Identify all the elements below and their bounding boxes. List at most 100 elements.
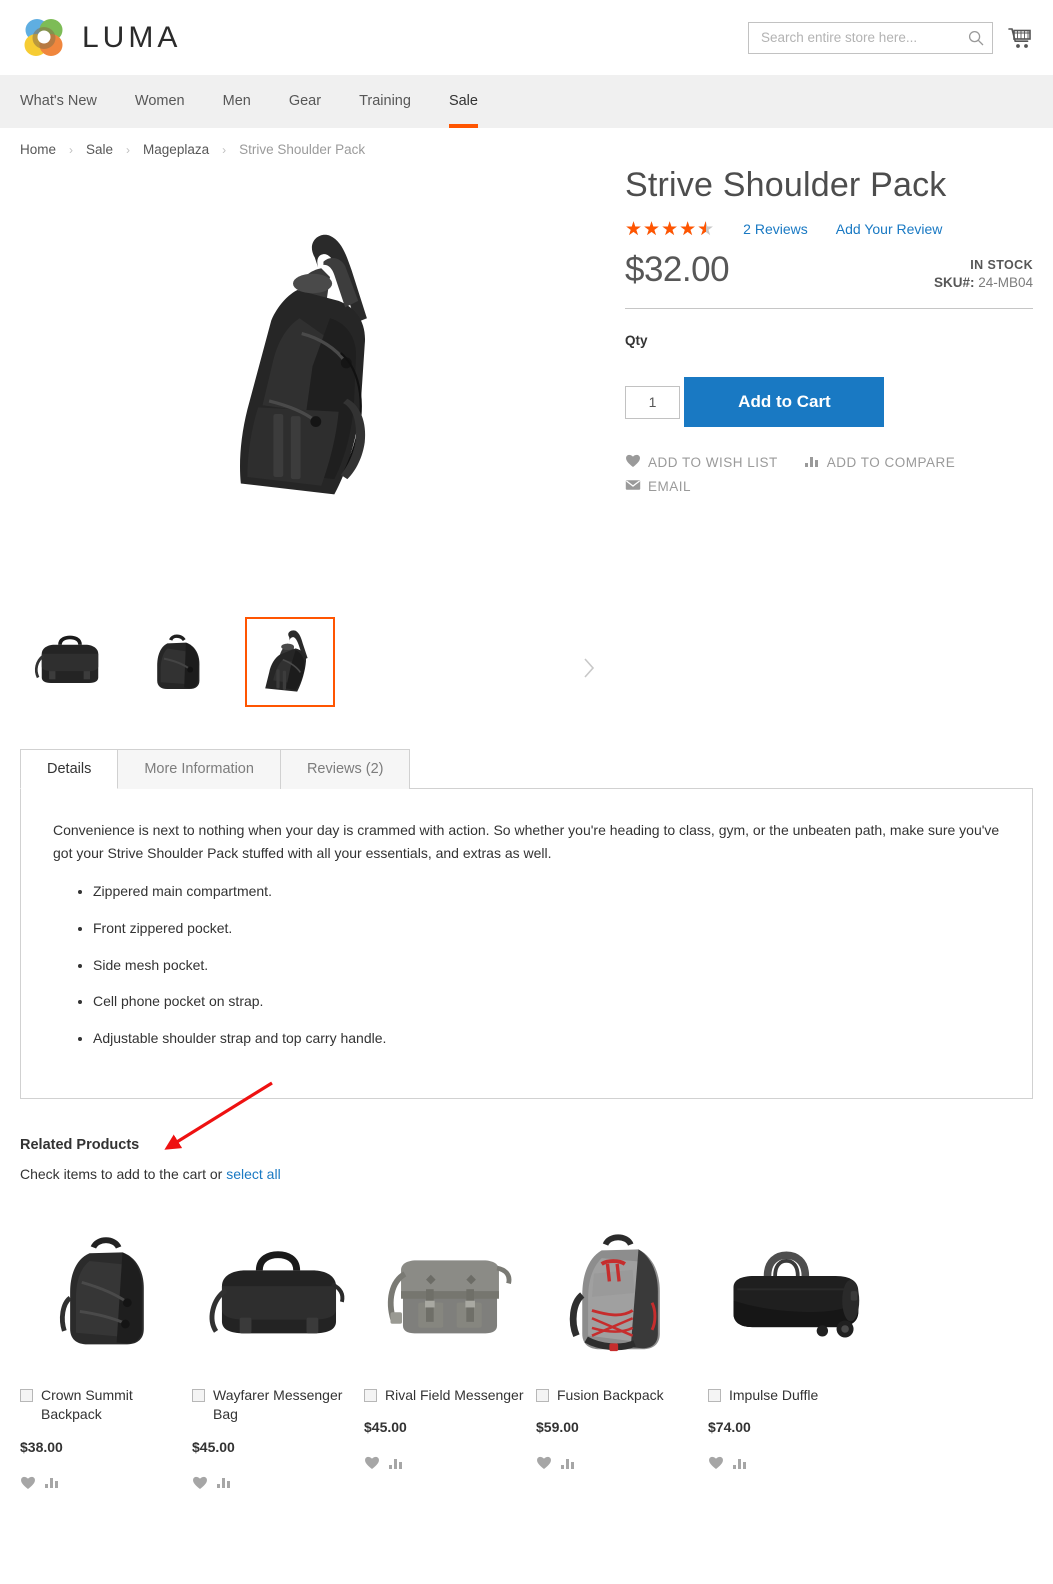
breadcrumb-separator: › [222, 142, 227, 157]
product-sku: SKU#: 24-MB04 [934, 275, 1033, 290]
header-actions [748, 21, 1033, 54]
product-name-row: Rival Field Messenger [364, 1386, 536, 1406]
product-price: $45.00 [192, 1438, 235, 1455]
list-item: Cell phone pocket on strap. [93, 990, 1000, 1013]
list-item: Zippered main compartment. [93, 880, 1000, 903]
tab-reviews[interactable]: Reviews (2) [279, 749, 411, 789]
compare-bars-icon[interactable] [216, 1475, 232, 1494]
divider [625, 308, 1033, 310]
heart-icon[interactable] [708, 1455, 724, 1475]
related-products-title: Related Products [20, 1136, 140, 1153]
product-card-actions [536, 1455, 708, 1475]
heart-icon[interactable] [20, 1475, 36, 1495]
product-main-section: Strive Shoulder Pack ★★★★★ ★★★★★ 2 Revie… [0, 166, 1053, 707]
gallery-thumb-3[interactable] [245, 617, 335, 707]
add-to-cart-button[interactable]: Add to Cart [684, 377, 885, 428]
nav-item-whats-new[interactable]: What's New [20, 75, 116, 128]
product-name-row: Crown Summit Backpack [20, 1386, 192, 1425]
tab-panel-details: Convenience is next to nothing when your… [20, 788, 1033, 1099]
product-thumbnail-impulse-duffle[interactable] [708, 1224, 880, 1364]
breadcrumb-item-home[interactable]: Home [20, 142, 56, 157]
product-name-row: Wayfarer Messenger Bag [192, 1386, 364, 1425]
gallery-thumbnails [20, 617, 615, 707]
price-stock-row: $32.00 IN STOCK SKU#: 24-MB04 [625, 250, 1033, 290]
nav-item-training[interactable]: Training [340, 75, 430, 128]
product-name[interactable]: Wayfarer Messenger Bag [213, 1386, 364, 1425]
star-rating-icon: ★★★★★ ★★★★★ [625, 218, 716, 240]
product-card-actions [192, 1475, 364, 1495]
product-name[interactable]: Impulse Duffle [729, 1386, 818, 1406]
breadcrumb-separator: › [69, 142, 74, 157]
heart-icon[interactable] [192, 1475, 208, 1495]
product-checkbox[interactable] [536, 1388, 549, 1402]
product-title: Strive Shoulder Pack [625, 166, 947, 204]
wish-list-label: ADD TO WISH LIST [648, 454, 778, 470]
add-review-link[interactable]: Add Your Review [836, 221, 943, 237]
email-button[interactable]: EMAIL [625, 479, 691, 494]
compare-bars-icon[interactable] [44, 1475, 60, 1494]
add-to-wish-list-button[interactable]: ADD TO WISH LIST [625, 453, 778, 471]
related-products-list: Crown Summit Backpack $38.00 Wayfarer Me… [20, 1224, 1033, 1495]
nav-item-gear[interactable]: Gear [270, 75, 340, 128]
product-checkbox[interactable] [192, 1388, 205, 1402]
quantity-stepper[interactable] [625, 385, 680, 419]
details-bullet-list: Zippered main compartment. Front zippere… [93, 880, 1000, 1049]
gallery-thumb-2[interactable] [135, 617, 225, 707]
compare-bars-icon[interactable] [732, 1456, 748, 1475]
related-products-subtitle: Check items to add to the cart or select… [20, 1166, 1033, 1182]
search-icon[interactable] [968, 30, 984, 46]
product-rating: ★★★★★ ★★★★★ 2 Reviews Add Your Review [625, 218, 1033, 240]
product-card-actions [364, 1455, 536, 1475]
status-badge: IN STOCK [970, 258, 1033, 273]
product-name[interactable]: Fusion Backpack [557, 1386, 664, 1406]
product-price: $38.00 [20, 1438, 63, 1455]
email-label: EMAIL [648, 479, 692, 495]
breadcrumb-item-mageplaza[interactable]: Mageplaza [143, 142, 209, 157]
product-tabs: Details More Information Reviews (2) [20, 749, 1033, 789]
product-name[interactable]: Rival Field Messenger [385, 1386, 524, 1406]
breadcrumb-item-current: Strive Shoulder Pack [239, 142, 366, 157]
search-input[interactable] [761, 30, 968, 45]
product-price: $45.00 [364, 1419, 407, 1436]
related-products-section: Related Products Check items to add to t… [0, 1137, 1053, 1495]
add-to-compare-button[interactable]: ADD TO COMPARE [804, 454, 956, 471]
logo-wordmark: LUMA [82, 20, 182, 54]
product-price: $32.00 [625, 250, 730, 290]
heart-icon[interactable] [536, 1455, 552, 1475]
product-thumbnail-crown-summit[interactable] [20, 1224, 192, 1364]
select-all-link[interactable]: select all [226, 1166, 280, 1182]
nav-item-men[interactable]: Men [204, 75, 270, 128]
reviews-count-link[interactable]: 2 Reviews [743, 221, 808, 237]
compare-bars-icon[interactable] [388, 1456, 404, 1475]
nav-item-sale[interactable]: Sale [430, 75, 497, 128]
compare-bars-icon[interactable] [560, 1456, 576, 1475]
envelope-icon [625, 479, 641, 494]
product-thumbnail-fusion[interactable] [536, 1224, 708, 1364]
product-main-image[interactable] [20, 167, 615, 587]
list-item: Crown Summit Backpack $38.00 [20, 1224, 192, 1495]
breadcrumb-item-sale[interactable]: Sale [86, 142, 113, 157]
search-box[interactable] [748, 21, 993, 54]
list-item: Rival Field Messenger $45.00 [364, 1224, 536, 1495]
product-actions: ADD TO WISH LIST ADD TO COMPARE EMAIL [625, 453, 995, 494]
heart-icon[interactable] [364, 1455, 380, 1475]
main-navigation: What's New Women Men Gear Training Sale [0, 75, 1053, 128]
product-checkbox[interactable] [364, 1388, 377, 1402]
product-thumbnail-wayfarer[interactable] [192, 1224, 364, 1364]
product-card-actions [708, 1455, 880, 1475]
product-name[interactable]: Crown Summit Backpack [41, 1386, 192, 1425]
site-logo[interactable]: LUMA [20, 14, 181, 62]
sku-label: SKU#: [933, 275, 975, 291]
product-checkbox[interactable] [20, 1388, 33, 1402]
tab-more-information[interactable]: More Information [117, 749, 281, 789]
chevron-right-icon[interactable] [580, 655, 598, 681]
product-gallery [20, 167, 615, 707]
product-checkbox[interactable] [708, 1388, 721, 1402]
nav-item-women[interactable]: Women [116, 75, 204, 128]
gallery-thumb-1[interactable] [25, 617, 115, 707]
list-item: Fusion Backpack $59.00 [536, 1224, 708, 1495]
tab-details[interactable]: Details [20, 749, 119, 789]
list-item: Wayfarer Messenger Bag $45.00 [192, 1224, 364, 1495]
product-thumbnail-rival-field[interactable] [364, 1224, 536, 1364]
shopping-cart-icon[interactable] [1007, 25, 1033, 51]
